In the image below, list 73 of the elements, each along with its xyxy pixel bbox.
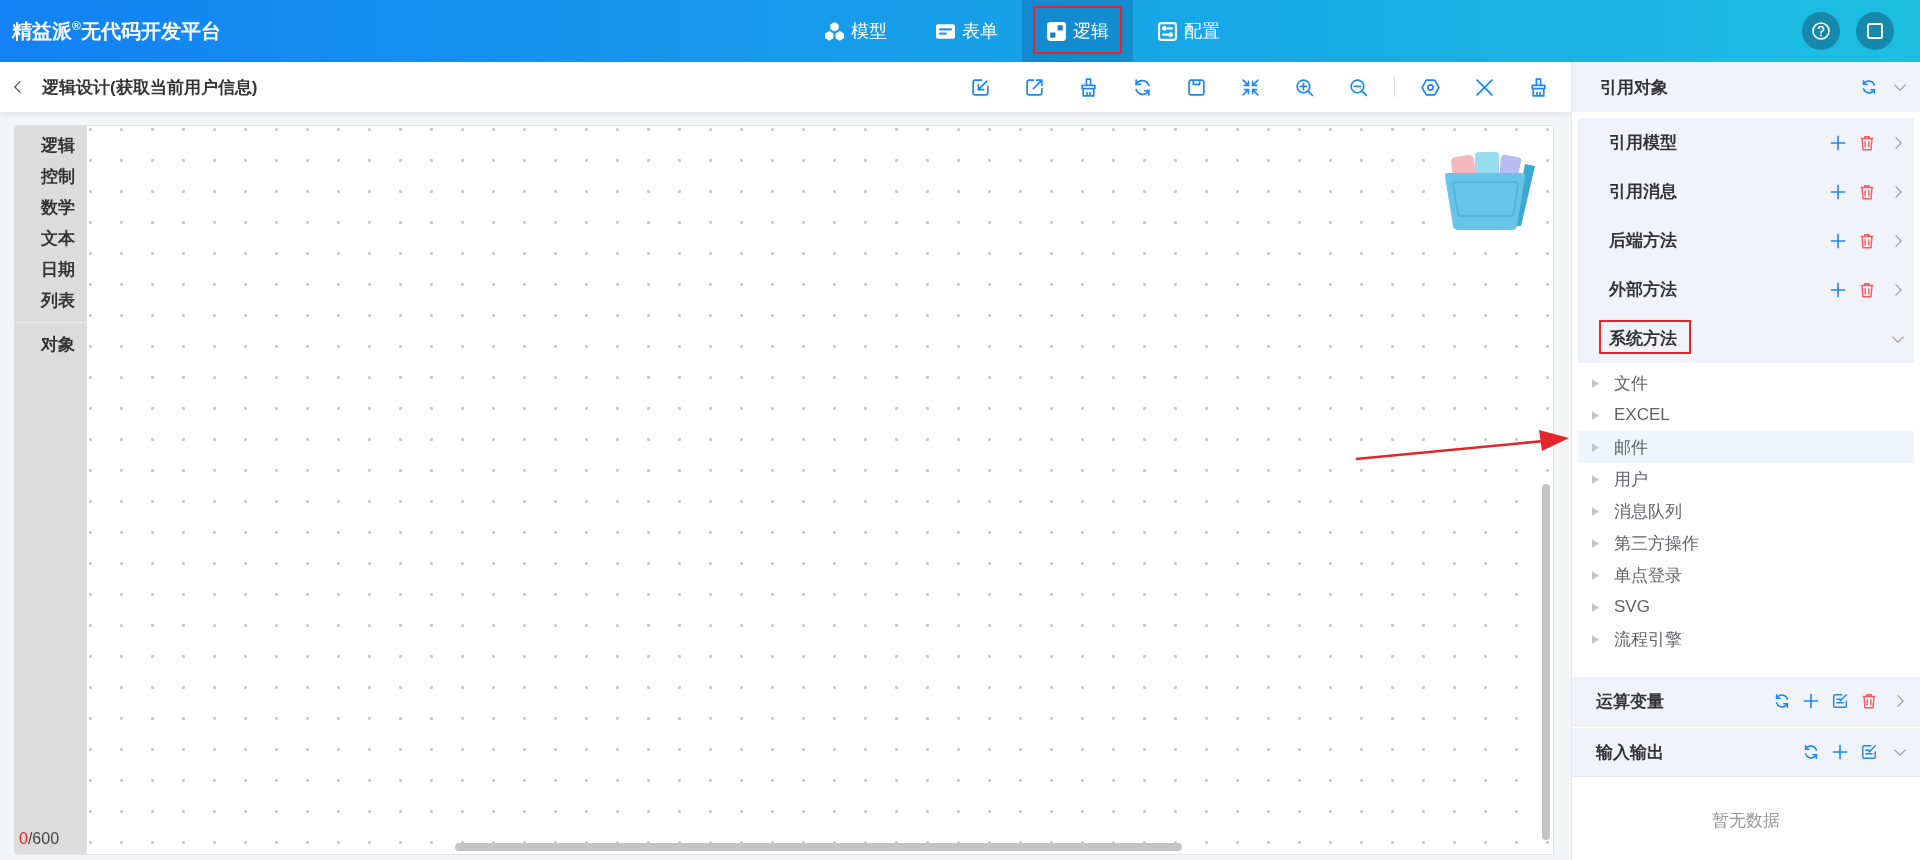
tree-item[interactable]: SVG: [1578, 591, 1914, 623]
app-title: 精益派$^{®}$无代码开发平台: [10, 17, 222, 44]
tree-item[interactable]: 单点登录: [1578, 559, 1914, 591]
import-icon[interactable]: [970, 76, 991, 98]
group-header[interactable]: 引用消息: [1578, 167, 1914, 216]
zoom-in-icon[interactable]: [1294, 76, 1315, 98]
caret-icon[interactable]: [1592, 410, 1599, 420]
refresh-icon[interactable]: [1132, 76, 1153, 98]
sliders-icon: [1157, 20, 1178, 42]
export-icon[interactable]: [1024, 76, 1045, 98]
tree-item[interactable]: 第三方操作: [1578, 527, 1914, 559]
plus-icon[interactable]: [1802, 692, 1820, 710]
edit-icon[interactable]: [1860, 743, 1878, 761]
tree-item[interactable]: 消息队列: [1578, 495, 1914, 527]
palette-category[interactable]: 逻辑: [15, 130, 87, 161]
palette-category[interactable]: 列表: [15, 285, 87, 316]
palette-category[interactable]: 数学: [15, 192, 87, 223]
tree-item[interactable]: 流程引擎: [1578, 623, 1914, 655]
caret-icon[interactable]: [1592, 378, 1599, 388]
refresh-icon[interactable]: [1860, 78, 1878, 96]
save-icon[interactable]: [1186, 76, 1207, 98]
refresh-icon[interactable]: [1802, 743, 1820, 761]
palette-category[interactable]: 日期: [15, 254, 87, 285]
plus-icon[interactable]: [1829, 133, 1847, 152]
zoom-out-icon[interactable]: [1348, 76, 1369, 98]
caret-icon[interactable]: [1592, 474, 1599, 484]
plus-icon[interactable]: [1829, 231, 1847, 250]
trash-icon[interactable]: [1858, 280, 1876, 299]
trash-icon[interactable]: [1860, 692, 1878, 710]
section-header[interactable]: 输入输出: [1572, 728, 1920, 777]
group-header[interactable]: 引用模型: [1578, 118, 1914, 167]
section-header[interactable]: 引用对象: [1572, 62, 1920, 112]
block-counter: 0/600: [18, 830, 61, 849]
caret-icon[interactable]: [1592, 602, 1599, 612]
help-button[interactable]: [1802, 12, 1840, 50]
tree-item[interactable]: 用户: [1578, 463, 1914, 495]
tree-item[interactable]: EXCEL: [1578, 399, 1914, 431]
close-icon[interactable]: [1474, 76, 1495, 98]
palette-category[interactable]: 控制: [15, 161, 87, 192]
fullscreen-button[interactable]: [1856, 12, 1894, 50]
scrollbar-thumb[interactable]: [455, 843, 1182, 851]
edit-icon[interactable]: [1831, 692, 1849, 710]
caret-icon[interactable]: [1592, 538, 1599, 548]
help-icon: [1811, 21, 1831, 41]
group-header[interactable]: 外部方法: [1578, 265, 1914, 314]
trash-icon[interactable]: [1858, 182, 1876, 201]
caret-icon[interactable]: [1592, 570, 1599, 580]
tree-item[interactable]: 文件: [1578, 367, 1914, 399]
plus-icon[interactable]: [1829, 182, 1847, 201]
nav-tab[interactable]: 逻辑: [1022, 0, 1133, 62]
cubes-icon: [824, 20, 845, 42]
plus-icon[interactable]: [1831, 743, 1849, 761]
caret-icon[interactable]: [1592, 634, 1599, 644]
hexagon-icon[interactable]: [1420, 76, 1441, 98]
palette-category[interactable]: 对象: [15, 329, 87, 360]
palette-category[interactable]: 文本: [15, 223, 87, 254]
plus-icon[interactable]: [1829, 280, 1847, 299]
group-header[interactable]: 后端方法: [1578, 216, 1914, 265]
square-icon: [1865, 21, 1885, 41]
trash-icon[interactable]: [1858, 133, 1876, 152]
caret-icon[interactable]: [1592, 442, 1599, 452]
section-header[interactable]: 运算变量: [1572, 677, 1920, 726]
scrollbar-thumb[interactable]: [1542, 484, 1550, 840]
trash-icon[interactable]: [1858, 231, 1876, 250]
caret-icon[interactable]: [1592, 506, 1599, 516]
group-header[interactable]: 系统方法: [1578, 314, 1914, 363]
refresh-icon[interactable]: [1773, 692, 1791, 710]
brush-icon[interactable]: [1078, 76, 1099, 98]
editor-title: 逻辑设计(获取当前用户信息): [42, 76, 258, 99]
empty-text: 暂无数据: [1712, 810, 1780, 832]
brush-icon[interactable]: [1528, 76, 1549, 98]
blocks-icon: [1046, 20, 1067, 42]
arrows-inward-icon[interactable]: [1240, 76, 1261, 98]
